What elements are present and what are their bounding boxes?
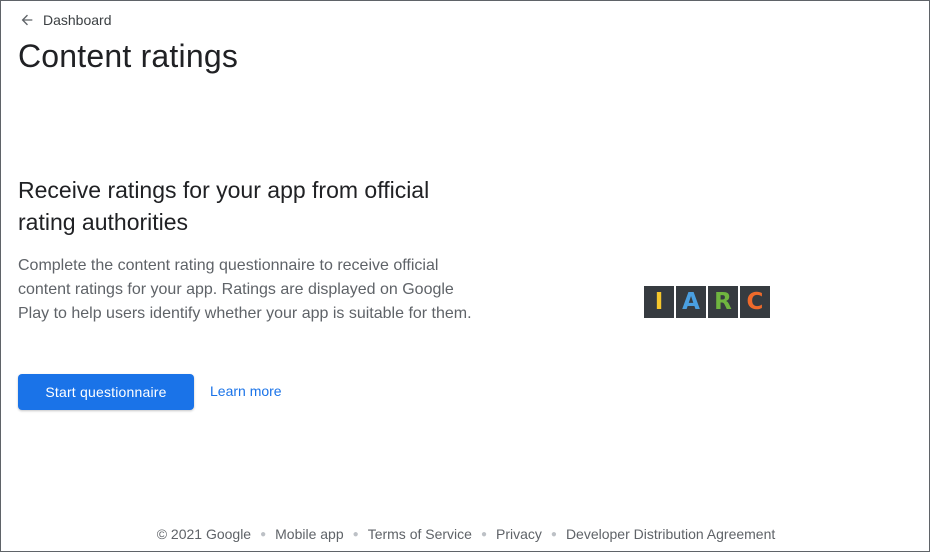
footer: © 2021 Google ● Mobile app ● Terms of Se…: [1, 526, 930, 542]
back-link-label: Dashboard: [43, 12, 112, 28]
back-to-dashboard-link[interactable]: Dashboard: [19, 11, 112, 29]
hero-description: Complete the content rating questionnair…: [18, 257, 472, 322]
footer-separator: ●: [550, 528, 557, 540]
footer-link-mobile-app[interactable]: Mobile app: [275, 526, 344, 542]
iarc-letter-a: A: [682, 289, 700, 315]
start-questionnaire-button[interactable]: Start questionnaire: [18, 374, 194, 410]
footer-copyright: © 2021 Google: [156, 526, 252, 542]
iarc-logo-tile-c: C: [740, 286, 770, 318]
iarc-logo: I A R C: [644, 286, 770, 318]
page-title: Content ratings: [18, 38, 239, 74]
iarc-letter-r: R: [714, 289, 732, 315]
footer-link-distribution-agreement[interactable]: Developer Distribution Agreement: [566, 526, 775, 542]
hero-heading: Receive ratings for your app from offici…: [18, 177, 430, 235]
arrow-back-icon: [21, 14, 33, 26]
page-frame: Dashboard Content ratings Receive rating…: [0, 0, 930, 552]
footer-link-privacy[interactable]: Privacy: [496, 526, 542, 542]
footer-separator: ●: [260, 528, 267, 540]
iarc-logo-tile-a: A: [676, 286, 706, 318]
iarc-logo-tile-r: R: [708, 286, 738, 318]
footer-separator: ●: [352, 528, 359, 540]
learn-more-link[interactable]: Learn more: [210, 383, 282, 399]
footer-separator: ●: [480, 528, 487, 540]
iarc-letter-i: I: [654, 289, 664, 315]
iarc-letter-c: C: [746, 289, 764, 315]
footer-link-terms[interactable]: Terms of Service: [368, 526, 472, 542]
iarc-logo-tile-i: I: [644, 286, 674, 318]
